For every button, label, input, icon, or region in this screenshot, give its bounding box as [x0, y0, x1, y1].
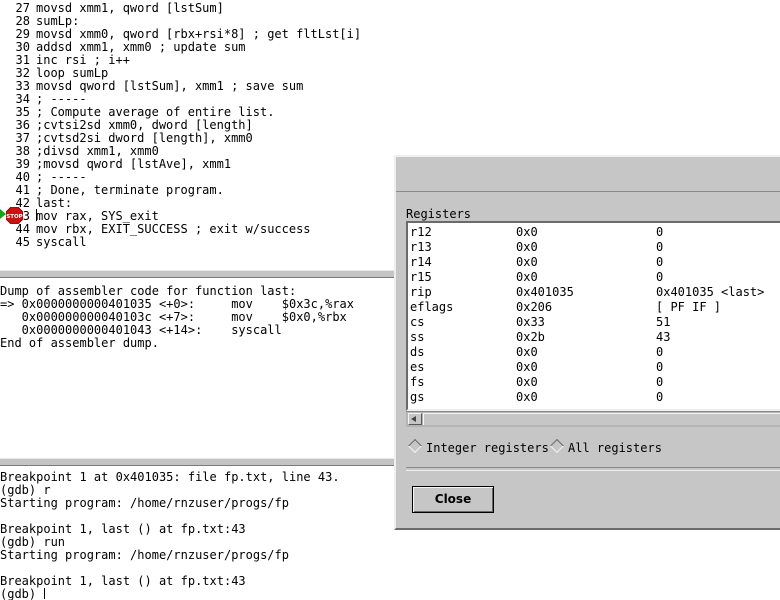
source-text: ;movsd qword [lstAve], xmm1 [36, 157, 232, 171]
radio-diamond-icon [407, 438, 423, 454]
scroll-thumb[interactable] [423, 413, 780, 425]
register-natural-value: [ PF IF ] [656, 300, 722, 314]
register-hex-value: 0x33 [516, 315, 545, 329]
radio-diamond-icon [549, 438, 565, 454]
register-row[interactable]: es 0x0 0 [410, 360, 780, 375]
register-natural-value: 0 [656, 375, 664, 389]
source-text: addsd xmm1, xmm0 ; update sum [36, 40, 246, 54]
scroll-left-arrow-icon[interactable] [408, 413, 422, 425]
register-hex-value: 0x0 [516, 255, 538, 269]
register-row[interactable]: r12 0x0 0 [410, 225, 780, 240]
radio-integer-label: Integer registers [426, 441, 549, 455]
asm-line[interactable]: End of assembler dump. [0, 337, 159, 350]
stop-sign-label: STOP [6, 214, 22, 220]
dialog-top-band [396, 157, 780, 192]
register-hex-value: 0x0 [516, 225, 538, 239]
register-natural-value: 0x401035 <last> [656, 285, 765, 299]
source-text: ; Compute average of entire list. [36, 105, 275, 119]
register-name: es [410, 360, 425, 374]
source-text: ;cvtsi2sd xmm0, dword [length] [36, 118, 253, 132]
text-cursor [36, 209, 37, 221]
button-divider [406, 467, 780, 471]
close-button[interactable]: Close [412, 486, 494, 513]
register-hex-value: 0x2b [516, 330, 545, 344]
register-natural-value: 0 [656, 255, 664, 269]
register-natural-value: 0 [656, 270, 664, 284]
source-text: movsd qword [lstSum], xmm1 ; save sum [36, 79, 304, 93]
register-hex-value: 0x206 [516, 300, 553, 314]
source-text: ; ----- [36, 170, 87, 184]
register-natural-value: 43 [656, 330, 671, 344]
register-name: r13 [410, 240, 432, 254]
source-text: movsd xmm0, qword [rbx+rsi*8] ; get fltL… [36, 27, 362, 41]
source-text: last: [36, 196, 73, 210]
register-row[interactable]: rip 0x401035 0x401035 <last> [410, 285, 780, 300]
registers-dialog: Registers r12 0x0 0 r13 0x0 0 r14 0x0 0 r15 0x0 0 ri… [394, 155, 780, 530]
register-natural-value: 0 [656, 360, 664, 374]
register-hex-value: 0x0 [516, 375, 538, 389]
register-row[interactable]: gs 0x0 0 [410, 390, 780, 405]
register-name: r15 [410, 270, 432, 284]
source-text: ;cvtsd2si dword [length], xmm0 [36, 131, 253, 145]
source-text: inc rsi ; i++ [36, 53, 130, 67]
source-line[interactable]: 41; Done, terminate program. [0, 184, 224, 197]
register-hex-value: 0x0 [516, 270, 538, 284]
stop-sign-icon[interactable]: STOP [6, 207, 23, 224]
register-hex-value: 0x0 [516, 390, 538, 404]
register-natural-value: 0 [656, 240, 664, 254]
register-natural-value: 51 [656, 315, 671, 329]
registers-list[interactable]: r12 0x0 0 r13 0x0 0 r14 0x0 0 r15 0x0 0 rip 0x401035 0… [406, 221, 780, 411]
register-name: r14 [410, 255, 432, 269]
register-hex-value: 0x0 [516, 345, 538, 359]
register-hex-value: 0x401035 [516, 285, 574, 299]
source-text: movsd xmm1, qword [lstSum] [36, 1, 224, 15]
register-natural-value: 0 [656, 225, 664, 239]
source-text: syscall [36, 235, 87, 249]
source-text: mov rbx, EXIT_SUCCESS ; exit w/success [36, 222, 311, 236]
register-row[interactable]: cs 0x33 51 [410, 315, 780, 330]
register-hex-value: 0x0 [516, 360, 538, 374]
radio-all-registers[interactable]: All registers [549, 438, 662, 455]
register-name: ss [410, 330, 425, 344]
source-line[interactable]: 39 ;movsd qword [lstAve], xmm1 [0, 157, 232, 171]
register-name: fs [410, 375, 425, 389]
line-number: 45 [15, 235, 30, 249]
source-text: ;divsd xmm1, xmm0 [36, 144, 159, 158]
register-name: eflags [410, 300, 454, 314]
horizontal-scrollbar[interactable] [406, 411, 780, 427]
register-row[interactable]: eflags 0x206 [ PF IF ] [410, 300, 780, 315]
register-row[interactable]: r14 0x0 0 [410, 255, 780, 270]
register-row[interactable]: fs 0x0 0 [410, 375, 780, 390]
register-natural-value: 0 [656, 345, 664, 359]
console-line: Starting program: /home/rnzuser/progs/fp [0, 496, 289, 510]
source-text: ; ----- [36, 92, 87, 106]
source-line[interactable]: 45 syscall [0, 236, 87, 249]
console-cursor [44, 588, 45, 599]
source-text: mov rax, SYS_exit [36, 209, 159, 223]
source-text: sumLp: [36, 14, 80, 28]
register-row[interactable]: r15 0x0 0 [410, 270, 780, 285]
console-line: Starting program: /home/rnzuser/progs/fp [0, 548, 289, 562]
register-name: rip [410, 285, 432, 299]
dialog-title: Registers [406, 207, 472, 221]
source-text: loop sumLp [36, 66, 109, 80]
radio-all-label: All registers [568, 441, 662, 455]
register-hex-value: 0x0 [516, 240, 538, 254]
register-row[interactable]: ss 0x2b 43 [410, 330, 780, 345]
register-name: gs [410, 390, 425, 404]
console-line: (gdb) [0, 587, 44, 600]
radio-integer-registers[interactable]: Integer registers [407, 438, 549, 455]
register-natural-value: 0 [656, 390, 664, 404]
console-line: Breakpoint 1 at 0x401035: file fp.txt, l… [0, 470, 340, 484]
register-name: cs [410, 315, 425, 329]
source-text: ; Done, terminate program. [36, 183, 224, 197]
register-name: ds [410, 345, 425, 359]
register-row[interactable]: r13 0x0 0 [410, 240, 780, 255]
source-line[interactable]: 27 movsd xmm1, qword [lstSum] [0, 2, 224, 15]
register-name: r12 [410, 225, 432, 239]
register-row[interactable]: ds 0x0 0 [410, 345, 780, 360]
